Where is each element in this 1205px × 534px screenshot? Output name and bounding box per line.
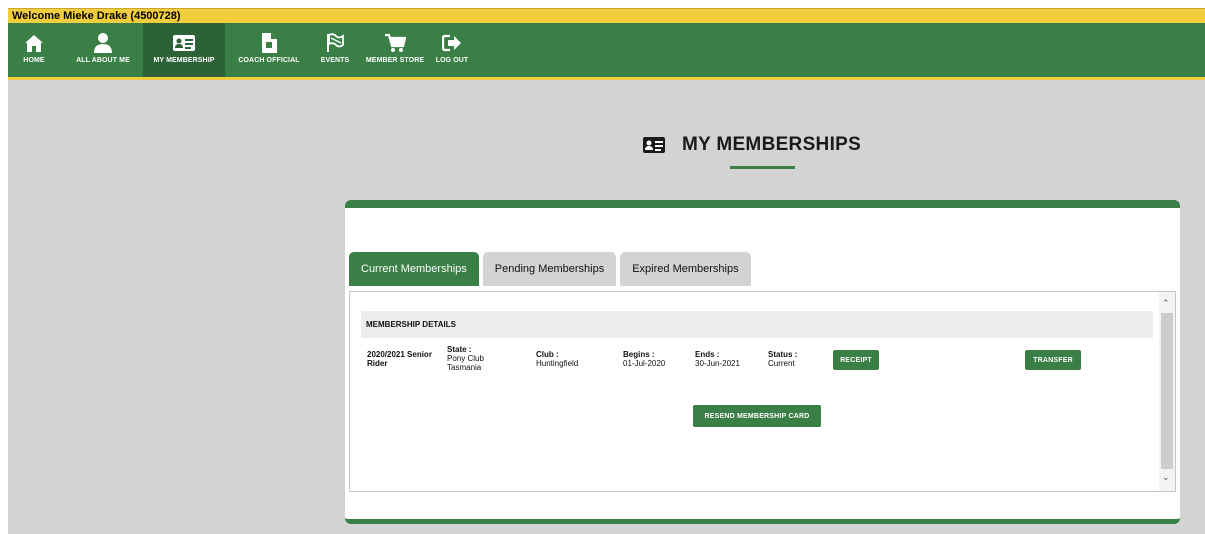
club-label: Club : — [536, 350, 559, 359]
home-icon — [24, 32, 44, 54]
nav-coach-official-label: COACH OFFICIAL — [238, 57, 300, 64]
nav-my-membership-label: MY MEMBERSHIP — [153, 57, 215, 64]
transfer-button[interactable]: TRANSFER — [1025, 350, 1081, 370]
nav-my-membership[interactable]: MY MEMBERSHIP — [143, 23, 225, 77]
welcome-text: Welcome Mieke Drake (4500728) — [12, 10, 181, 22]
state-value-line2: Tasmania — [447, 363, 482, 372]
state-value-line1: Pony Club — [447, 354, 484, 363]
id-card-icon — [172, 32, 196, 54]
status-value: Current — [768, 359, 795, 368]
membership-name-line2: Rider — [367, 359, 388, 368]
tab-current-memberships[interactable]: Current Memberships — [349, 252, 479, 286]
main-nav: HOME ALL ABOUT ME MY MEMBERSHIP COACH OF… — [8, 23, 1205, 77]
ends-field: Ends : 30-Jun-2021 — [695, 350, 740, 368]
nav-coach-official[interactable]: COACH OFFICIAL — [230, 23, 308, 77]
club-field: Club : Huntingfield — [536, 350, 578, 368]
begins-label: Begins : — [623, 350, 655, 359]
scroll-down-icon[interactable]: ⌄ — [1162, 472, 1170, 483]
tab-expired-memberships[interactable]: Expired Memberships — [620, 252, 751, 286]
membership-details-header: MEMBERSHIP DETAILS — [361, 311, 1153, 338]
scroll-up-icon[interactable]: ⌃ — [1162, 298, 1170, 309]
nav-member-store[interactable]: MEMBER STORE — [365, 23, 425, 77]
begins-field: Begins : 01-Jul-2020 — [623, 350, 665, 368]
membership-name: 2020/2021 Senior Rider — [367, 350, 432, 368]
scroll-thumb[interactable] — [1161, 313, 1173, 469]
state-label: State : — [447, 345, 472, 354]
receipt-button[interactable]: RECEIPT — [833, 350, 879, 370]
id-card-icon — [642, 136, 666, 154]
document-icon — [260, 32, 278, 54]
panel-scrollbar[interactable]: ⌃ ⌄ — [1159, 292, 1175, 491]
status-label: Status : — [768, 350, 798, 359]
welcome-bar: Welcome Mieke Drake (4500728) — [8, 8, 1205, 23]
nav-log-out[interactable]: LOG OUT — [433, 23, 471, 77]
flag-icon — [325, 32, 345, 54]
tab-pending-memberships[interactable]: Pending Memberships — [482, 252, 617, 286]
membership-panel: MEMBERSHIP DETAILS 2020/2021 Senior Ride… — [349, 291, 1176, 492]
nav-member-store-label: MEMBER STORE — [365, 57, 425, 64]
page-title-text: MY MEMBERSHIPS — [682, 134, 862, 155]
user-icon — [93, 32, 113, 54]
nav-all-about-me[interactable]: ALL ABOUT ME — [68, 23, 138, 77]
state-field: State : Pony Club Tasmania — [447, 345, 484, 372]
cart-icon — [384, 32, 406, 54]
begins-value: 01-Jul-2020 — [623, 359, 666, 368]
resend-membership-card-button[interactable]: RESEND MEMBERSHIP CARD — [693, 405, 821, 427]
nav-home-label: HOME — [23, 57, 45, 64]
nav-all-about-me-label: ALL ABOUT ME — [76, 57, 130, 64]
logout-icon — [442, 32, 462, 54]
nav-events-label: EVENTS — [320, 57, 350, 64]
nav-home[interactable]: HOME — [12, 23, 56, 77]
status-field: Status : Current — [768, 350, 797, 368]
nav-events[interactable]: EVENTS — [316, 23, 354, 77]
ends-value: 30-Jun-2021 — [695, 359, 740, 368]
membership-name-line1: 2020/2021 Senior — [367, 350, 432, 359]
membership-tabs: Current Memberships Pending Memberships … — [349, 252, 755, 286]
page-title: MY MEMBERSHIPS — [642, 134, 861, 156]
title-underline — [730, 166, 795, 169]
ends-label: Ends : — [695, 350, 720, 359]
membership-card: Current Memberships Pending Memberships … — [345, 200, 1180, 524]
club-value: Huntingfield — [536, 359, 579, 368]
nav-log-out-label: LOG OUT — [435, 57, 469, 64]
